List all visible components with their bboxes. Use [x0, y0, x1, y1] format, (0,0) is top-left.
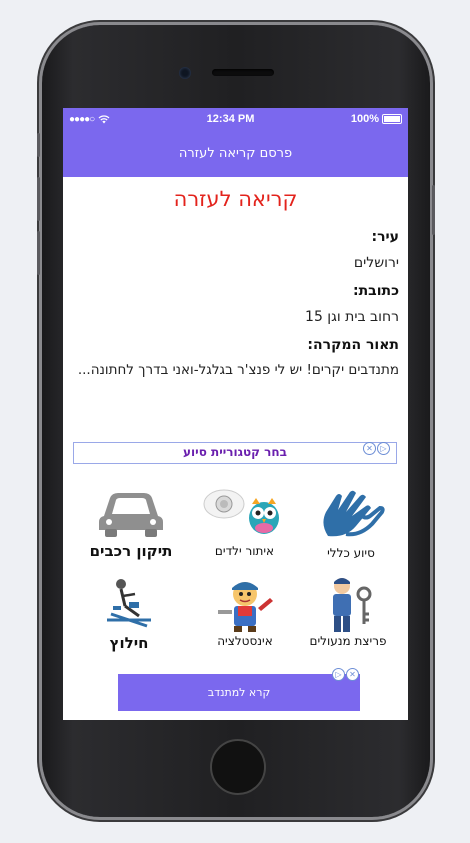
locksmith-icon: [333, 578, 372, 632]
call-volunteer-button[interactable]: קרא למתנדב ▷ ✕: [118, 668, 360, 711]
home-button[interactable]: [210, 739, 266, 795]
request-details: קריאה לעזרה עיר: ירושלים כתובת: רחוב בית…: [63, 187, 408, 380]
mute-switch: [37, 133, 40, 157]
header-title: פרסם קריאה לעזרה: [178, 146, 293, 161]
category-tile-rescue[interactable]: חילוץ: [89, 576, 169, 652]
volume-up-button: [37, 177, 40, 221]
status-time: 12:34 PM: [206, 113, 255, 125]
app-screen: ●●●●○ 12:34 PM 100% פרסם קריאה לעזרה קרי…: [63, 108, 408, 720]
city-value: ירושלים: [353, 255, 399, 271]
app-header: פרסם קריאה לעזרה: [63, 130, 408, 177]
category-prompt: בחר קטגוריית סיוע: [183, 445, 287, 459]
ad-info-icon[interactable]: ▷: [332, 668, 345, 681]
status-bar: ●●●●○ 12:34 PM 100%: [63, 108, 408, 130]
battery-percent: 100%: [350, 113, 379, 125]
wifi-icon: [98, 114, 110, 123]
front-camera: [179, 67, 191, 79]
description-label: תאור המקרה:: [307, 337, 399, 353]
battery-icon: [381, 114, 402, 125]
call-volunteer-label: קרא למתנדב: [207, 686, 271, 699]
category-tile-general-help[interactable]: סיוע כללי: [301, 486, 401, 560]
ad-close-icon[interactable]: ✕: [363, 442, 376, 455]
signal-dots: ●●●●○: [69, 113, 95, 125]
plumber-icon: [218, 582, 273, 632]
owl-icon: [203, 489, 279, 534]
battery-indicator: 100%: [351, 113, 402, 125]
address-label: כתובת:: [353, 283, 399, 299]
ad-controls: ▷ ✕: [363, 442, 390, 455]
volume-down-button: [37, 231, 40, 275]
tile-label-plumbing: אינסטלציה: [217, 634, 273, 648]
helping-hands-icon: [323, 490, 385, 537]
category-tile-plumbing[interactable]: אינסטלציה: [195, 574, 295, 648]
tile-label-find-children: איתור ילדים: [214, 544, 275, 558]
car-icon: [99, 493, 163, 537]
ad-close-icon[interactable]: ✕: [346, 668, 359, 681]
description-value: מתנדבים יקרים! יש לי פנצ'ר בגלגל-ואני בד…: [77, 362, 399, 378]
tile-label-car-repair: תיקון רכבים: [89, 542, 173, 560]
ad-controls-bottom: ▷ ✕: [332, 668, 359, 681]
tile-label-locksmith: פריצת מנעולים: [309, 634, 387, 648]
category-select[interactable]: בחר קטגוריית סיוע ▷ ✕: [73, 442, 397, 464]
page-heading: קריאה לעזרה: [173, 187, 298, 211]
category-tile-car-repair[interactable]: תיקון רכבים: [77, 486, 185, 560]
city-label: עיר:: [371, 229, 399, 245]
tile-label-general-help: סיוע כללי: [327, 546, 375, 560]
category-tile-locksmith[interactable]: פריצת מנעולים: [293, 574, 403, 648]
address-value: רחוב בית וגן 15: [305, 309, 399, 325]
power-button: [432, 185, 435, 235]
category-tile-find-children[interactable]: איתור ילדים: [197, 486, 292, 558]
tile-label-rescue: חילוץ: [109, 634, 149, 652]
ad-info-icon[interactable]: ▷: [377, 442, 390, 455]
earpiece-speaker: [212, 69, 274, 76]
rescue-icon: [107, 579, 151, 628]
